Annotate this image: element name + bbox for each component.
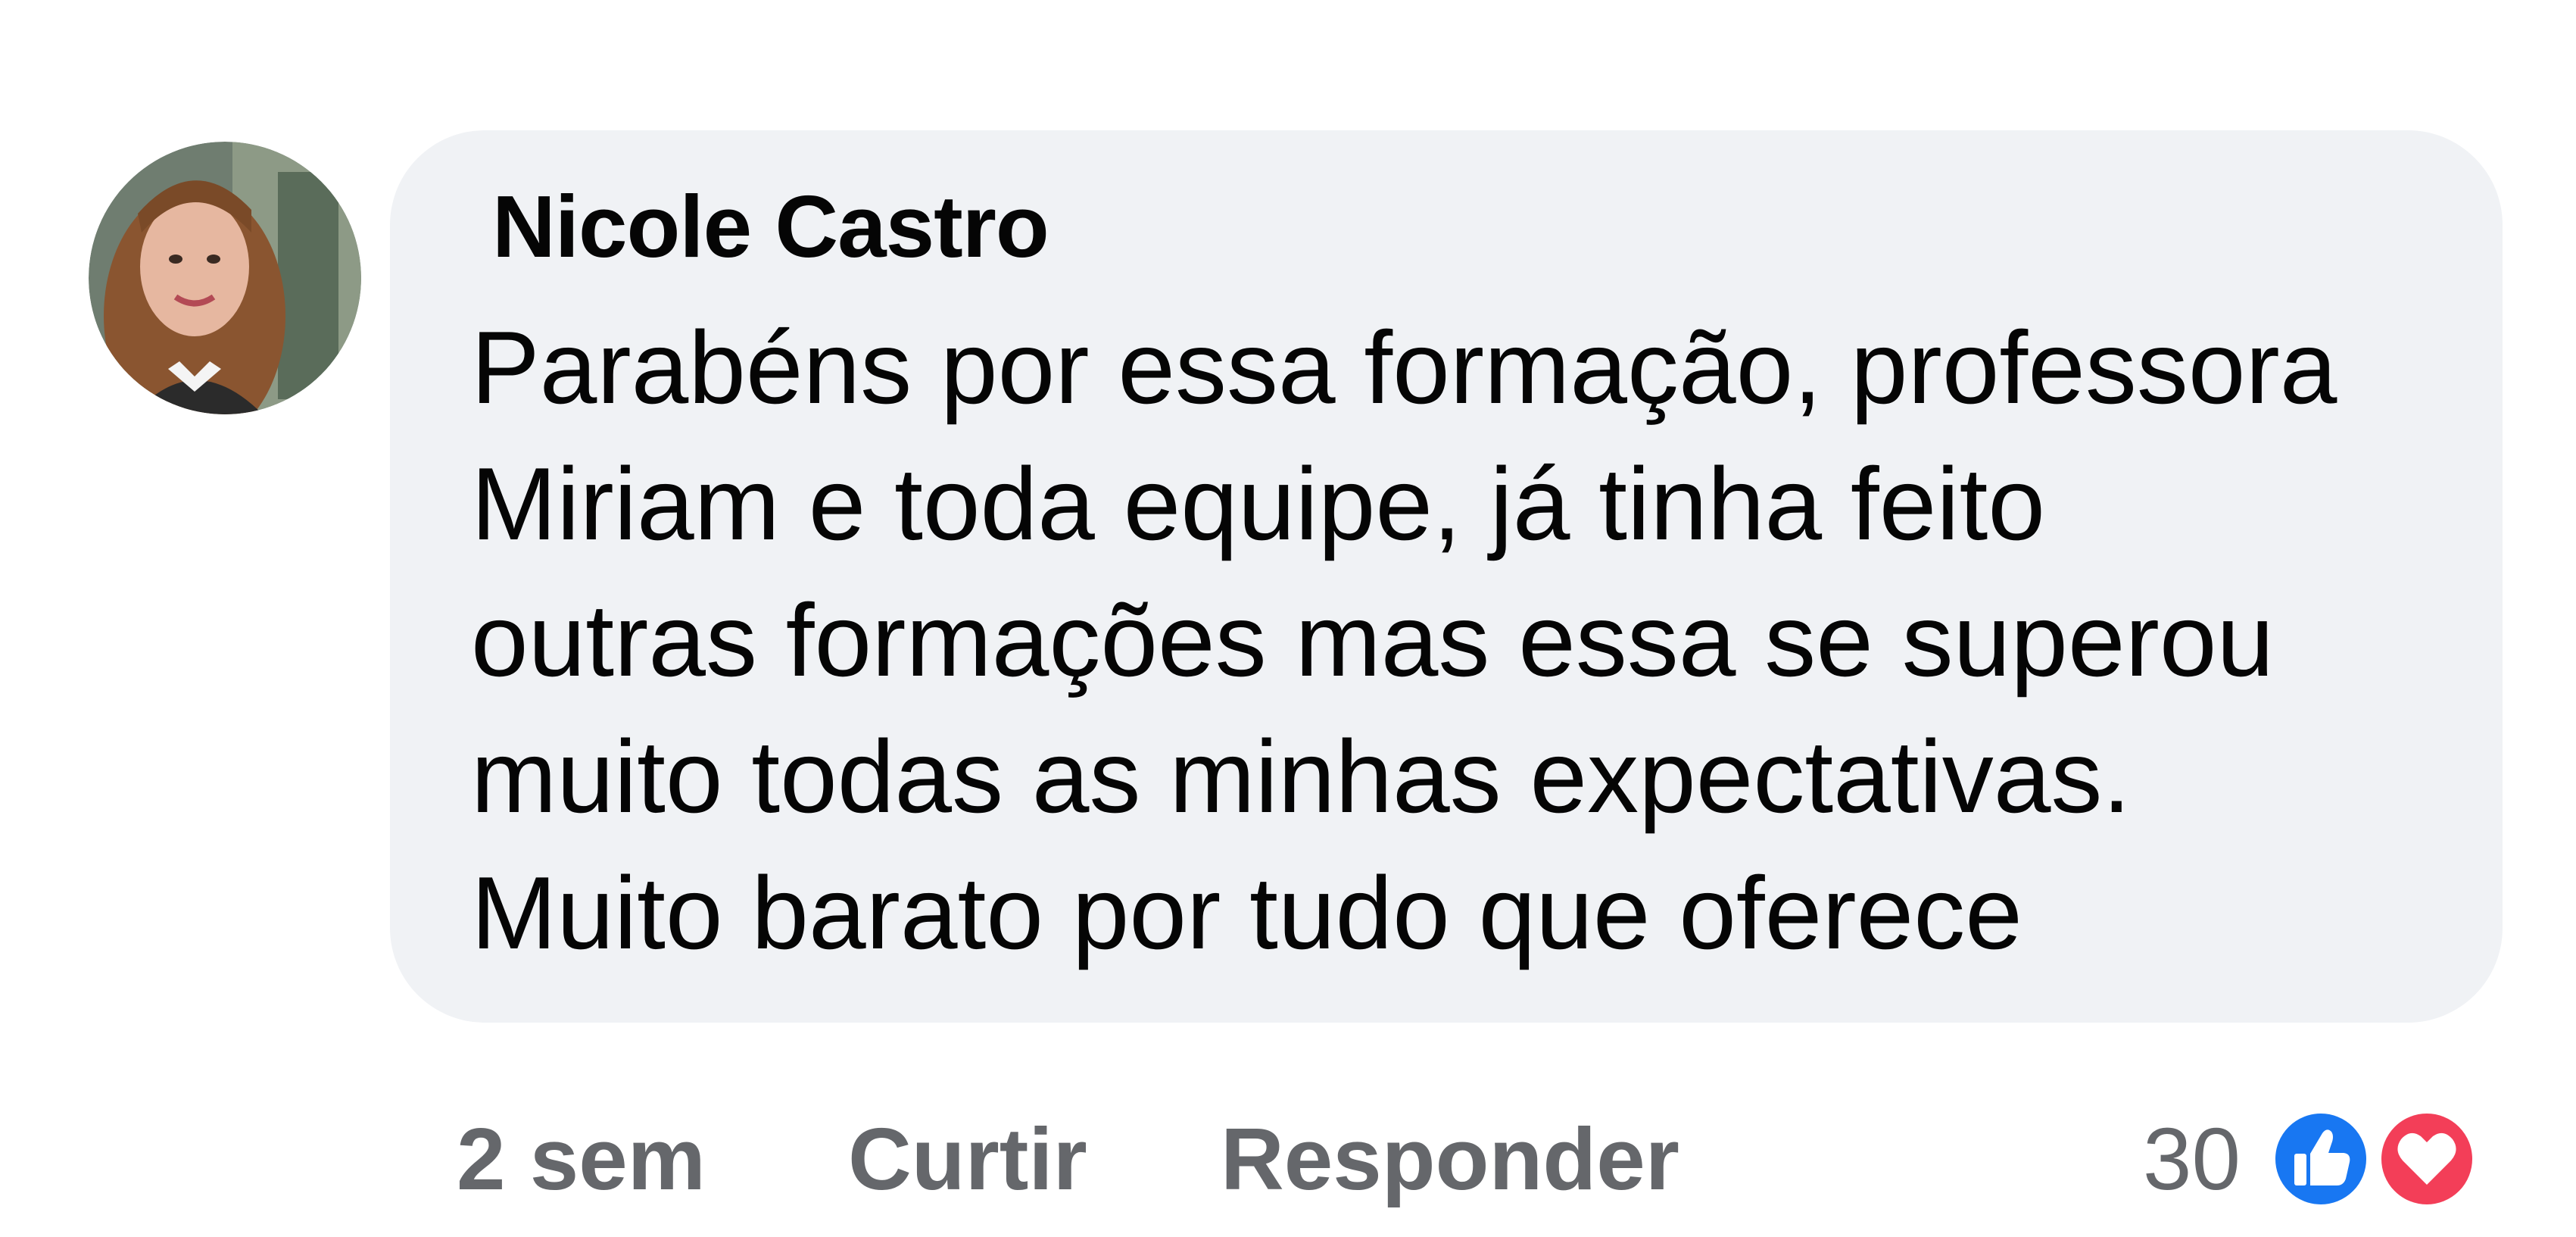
profile-photo	[89, 142, 361, 414]
comment-actions: 2 sem Curtir Responder 30	[0, 1102, 2576, 1216]
love-icon	[2374, 1106, 2480, 1212]
comment-timestamp[interactable]: 2 sem	[457, 1102, 706, 1216]
reaction-count[interactable]: 30	[2143, 1102, 2241, 1216]
comment-author[interactable]: Nicole Castro	[492, 176, 1049, 277]
avatar[interactable]	[89, 142, 361, 414]
comment-text: Parabéns por essa formação, professora M…	[471, 310, 2337, 970]
reply-button[interactable]: Responder	[1221, 1102, 1679, 1216]
like-icon	[2268, 1106, 2374, 1212]
like-button[interactable]: Curtir	[848, 1102, 1087, 1216]
reaction-summary[interactable]	[2268, 1106, 2487, 1212]
